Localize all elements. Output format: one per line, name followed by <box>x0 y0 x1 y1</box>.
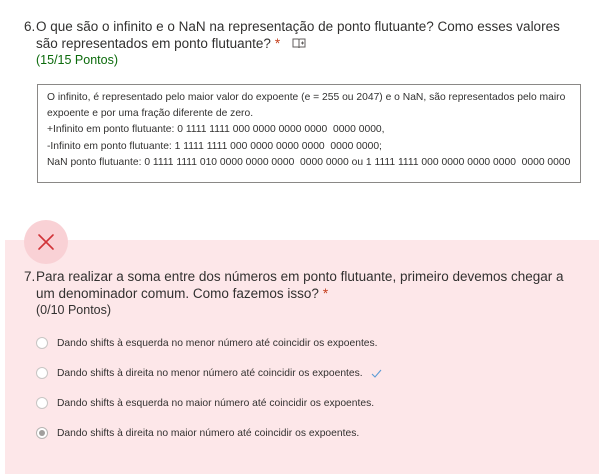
answer-line: -Infinito em ponto flutuante: 1 1111 111… <box>47 140 382 152</box>
radio-dot <box>39 430 45 436</box>
option-1[interactable]: Dando shifts à esquerda no menor número … <box>36 328 576 358</box>
question-7-points: (0/10 Pontos) <box>36 303 112 317</box>
incorrect-badge <box>24 220 68 264</box>
answer-line: NaN ponto flutuante: 0 1111 1111 010 000… <box>47 156 571 168</box>
question-7-title: Para realizar a soma entre dos números e… <box>36 269 564 301</box>
close-icon <box>38 234 54 250</box>
question-text: O que são o infinito e o NaN na represen… <box>36 18 584 52</box>
question-6-header: 6. O que são o infinito e o NaN na repre… <box>24 18 584 52</box>
question-text: Para realizar a soma entre dos números e… <box>36 268 584 302</box>
question-7-header: 7. Para realizar a soma entre dos número… <box>24 268 584 302</box>
check-icon <box>371 369 382 378</box>
answer-line: O infinito, é representado pelo maior va… <box>47 92 569 120</box>
question-6-points: (15/15 Pontos) <box>36 53 118 67</box>
radio-button[interactable] <box>36 367 48 379</box>
answer-line: +Infinito em ponto flutuante: 0 1111 111… <box>47 124 385 136</box>
option-3[interactable]: Dando shifts à esquerda no maior número … <box>36 388 576 418</box>
answer-options: Dando shifts à esquerda no menor número … <box>36 328 576 448</box>
immersive-reader-icon[interactable] <box>292 37 306 49</box>
radio-button[interactable] <box>36 397 48 409</box>
radio-button[interactable] <box>36 337 48 349</box>
option-2[interactable]: Dando shifts à direita no menor número a… <box>36 358 576 388</box>
required-marker: * <box>274 36 281 51</box>
question-number: 7. <box>24 269 36 284</box>
question-7-section: 7. Para realizar a soma entre dos número… <box>5 220 599 474</box>
question-6: 6. O que são o infinito e o NaN na repre… <box>24 18 584 68</box>
question-number: 6. <box>24 19 36 34</box>
option-label: Dando shifts à esquerda no maior número … <box>57 397 375 409</box>
option-label: Dando shifts à direita no maior número a… <box>57 427 360 439</box>
required-marker: * <box>322 286 329 301</box>
question-7: 7. Para realizar a soma entre dos número… <box>24 268 584 318</box>
option-label: Dando shifts à direita no menor número a… <box>57 367 363 379</box>
radio-button-selected[interactable] <box>36 427 48 439</box>
answer-text-box: O infinito, é representado pelo maior va… <box>37 84 581 183</box>
option-4[interactable]: Dando shifts à direita no maior número a… <box>36 418 576 448</box>
option-label: Dando shifts à esquerda no menor número … <box>57 337 378 349</box>
